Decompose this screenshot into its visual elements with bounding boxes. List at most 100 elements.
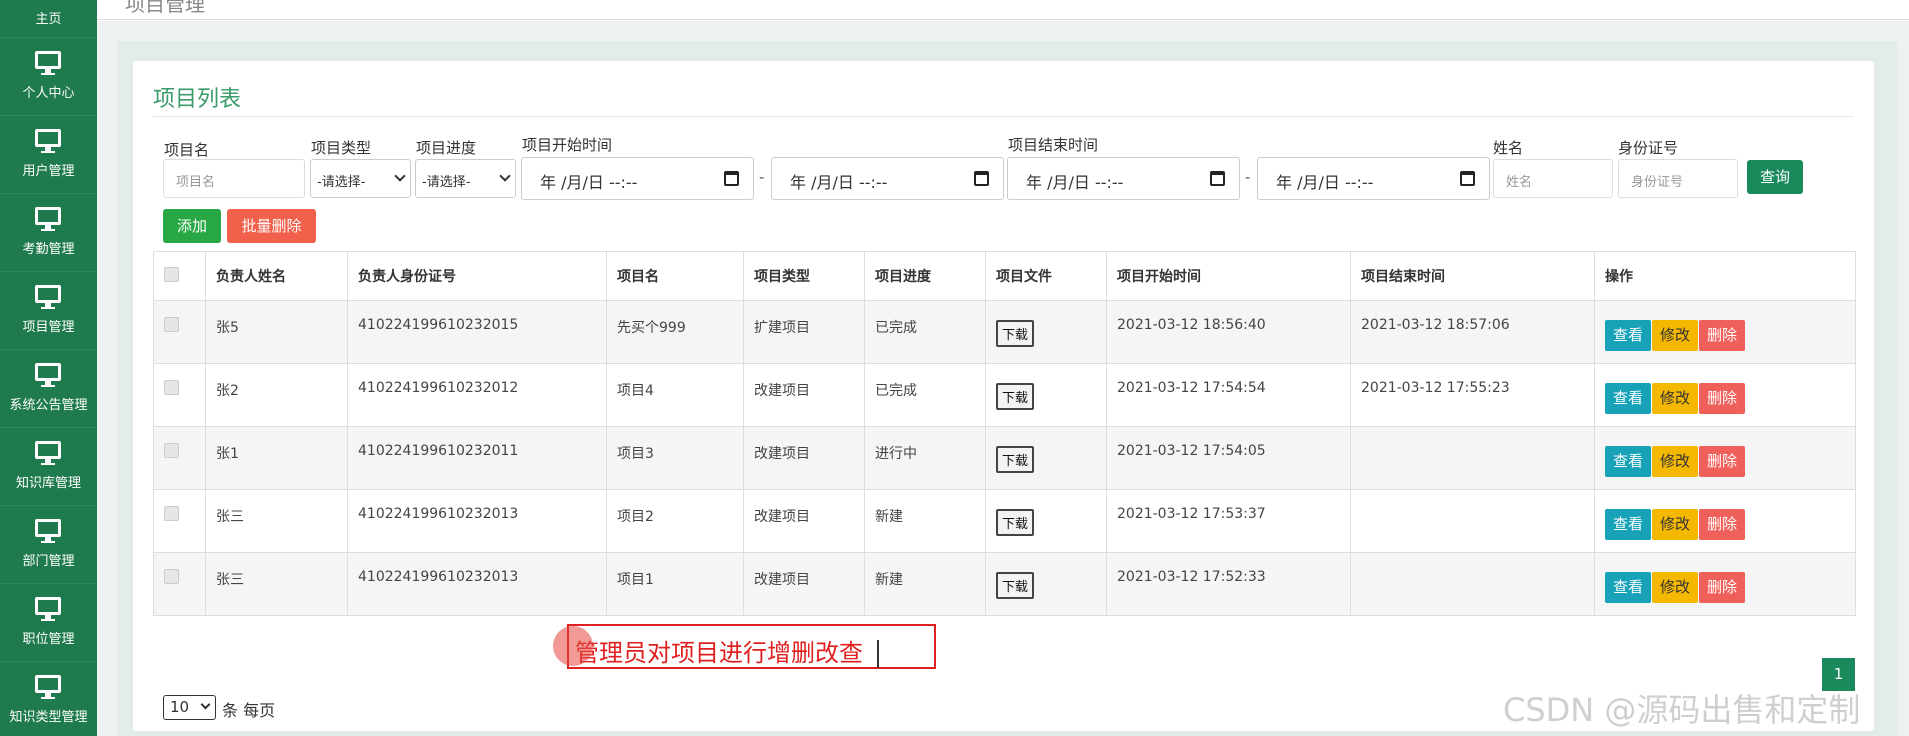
edit-button[interactable]: 修改 xyxy=(1652,446,1699,477)
add-button[interactable]: 添加 xyxy=(163,209,221,243)
view-button[interactable]: 查看 xyxy=(1605,572,1652,603)
view-button[interactable]: 查看 xyxy=(1605,320,1652,351)
row-checkbox[interactable] xyxy=(164,506,179,521)
search-button[interactable]: 查询 xyxy=(1747,160,1803,194)
monitor-icon xyxy=(35,207,61,231)
project-list-panel: 项目列表 项目名 项目类型 项目进度 项目开始时间 项目结束时间 姓名 身份证号… xyxy=(133,61,1874,731)
cell-owner-id: 410224199610232012 xyxy=(347,363,607,427)
sidebar-item-8[interactable]: 知识类型管理 xyxy=(0,662,97,736)
view-button[interactable]: 查看 xyxy=(1605,509,1652,540)
cell-project-progress: 已完成 xyxy=(864,300,986,364)
header-start-time: 项目开始时间 xyxy=(1106,251,1351,301)
row-checkbox[interactable] xyxy=(164,569,179,584)
delete-button[interactable]: 删除 xyxy=(1699,320,1746,351)
sidebar-item-home[interactable]: 主页 xyxy=(0,0,97,38)
download-button[interactable]: 下载 xyxy=(996,446,1035,473)
calendar-icon[interactable] xyxy=(974,171,989,186)
label-project-type: 项目类型 xyxy=(311,139,372,157)
calendar-icon[interactable] xyxy=(1210,171,1225,186)
row-checkbox[interactable] xyxy=(164,443,179,458)
cell-project-progress: 新建 xyxy=(864,552,986,616)
calendar-icon[interactable] xyxy=(1460,171,1475,186)
sidebar-item-7[interactable]: 职位管理 xyxy=(0,584,97,662)
sidebar-item-label: 项目管理 xyxy=(22,320,75,335)
project-type-value: -请选择- xyxy=(317,175,366,190)
cell-start-time: 2021-03-12 17:52:33 xyxy=(1106,552,1351,616)
start-time-from-input[interactable]: 年 /月/日 --:-- xyxy=(521,157,754,200)
sidebar-item-4[interactable]: 系统公告管理 xyxy=(0,350,97,428)
sidebar-item-5[interactable]: 知识库管理 xyxy=(0,428,97,506)
page-size-select[interactable]: 10 xyxy=(163,695,216,720)
download-button[interactable]: 下载 xyxy=(996,320,1035,347)
header-end-time: 项目结束时间 xyxy=(1350,251,1595,301)
header-project-file: 项目文件 xyxy=(985,251,1107,301)
sidebar-item-3[interactable]: 项目管理 xyxy=(0,272,97,350)
row-checkbox[interactable] xyxy=(164,317,179,332)
person-name-input[interactable]: 姓名 xyxy=(1493,159,1613,198)
select-all-checkbox[interactable] xyxy=(164,266,179,282)
id-number-input[interactable]: 身份证号 xyxy=(1618,159,1738,198)
label-id-number: 身份证号 xyxy=(1618,139,1679,157)
cell-end-time: 2021-03-12 18:57:06 xyxy=(1350,300,1595,364)
monitor-icon xyxy=(35,597,61,621)
edit-button[interactable]: 修改 xyxy=(1652,320,1699,351)
sidebar-item-label: 职位管理 xyxy=(22,632,75,647)
end-time-to-input[interactable]: 年 /月/日 --:-- xyxy=(1257,157,1490,200)
download-button[interactable]: 下载 xyxy=(996,383,1035,410)
edit-button[interactable]: 修改 xyxy=(1652,383,1699,414)
edit-button[interactable]: 修改 xyxy=(1652,509,1699,540)
table-row: 张5 410224199610232015 先买个999 扩建项目 已完成 下载 2021-… xyxy=(153,300,1856,364)
text-cursor xyxy=(877,640,879,668)
caption-text: 管理员对项目进行增删改查 xyxy=(575,639,863,667)
delete-button[interactable]: 删除 xyxy=(1699,572,1746,603)
sidebar-item-label: 系统公告管理 xyxy=(9,398,88,413)
sidebar-item-1[interactable]: 用户管理 xyxy=(0,116,97,194)
delete-button[interactable]: 删除 xyxy=(1699,509,1746,540)
chevron-down-icon xyxy=(394,170,406,182)
cell-owner-name: 张2 xyxy=(205,363,348,427)
cell-project-type: 改建项目 xyxy=(743,489,865,553)
sidebar-item-label: 部门管理 xyxy=(22,554,75,569)
header-project-name: 项目名 xyxy=(606,251,744,301)
table-row: 张1 410224199610232011 项目3 改建项目 进行中 下载 2021-03-… xyxy=(153,426,1856,490)
cell-actions: 查看 修改 删除 xyxy=(1594,489,1856,553)
view-button[interactable]: 查看 xyxy=(1605,383,1652,414)
download-button[interactable]: 下载 xyxy=(996,572,1035,599)
view-button[interactable]: 查看 xyxy=(1605,446,1652,477)
project-name-input[interactable]: 项目名 xyxy=(163,159,305,198)
cell-project-type: 改建项目 xyxy=(743,552,865,616)
date-placeholder: 年 /月/日 --:-- xyxy=(790,173,888,192)
delete-button[interactable]: 删除 xyxy=(1699,383,1746,414)
batch-delete-button[interactable]: 批量删除 xyxy=(227,209,316,243)
sidebar-item-0[interactable]: 个人中心 xyxy=(0,38,97,116)
download-button[interactable]: 下载 xyxy=(996,509,1035,536)
cell-start-time: 2021-03-12 18:56:40 xyxy=(1106,300,1351,364)
label-project-name: 项目名 xyxy=(164,141,210,159)
cell-project-progress: 新建 xyxy=(864,489,986,553)
row-select-cell xyxy=(153,363,206,427)
cell-owner-id: 410224199610232011 xyxy=(347,426,607,490)
project-table: 负责人姓名 负责人身份证号 项目名 项目类型 项目进度 项目文件 项目开始时间 … xyxy=(153,251,1856,616)
delete-button[interactable]: 删除 xyxy=(1699,446,1746,477)
project-type-select[interactable]: -请选择- xyxy=(310,159,411,198)
project-progress-select[interactable]: -请选择- xyxy=(415,159,516,198)
row-select-cell xyxy=(153,552,206,616)
cell-end-time xyxy=(1350,489,1595,553)
cell-owner-name: 张三 xyxy=(205,552,348,616)
header-project-progress: 项目进度 xyxy=(864,251,986,301)
calendar-icon[interactable] xyxy=(724,171,739,186)
sidebar-item-6[interactable]: 部门管理 xyxy=(0,506,97,584)
end-time-from-input[interactable]: 年 /月/日 --:-- xyxy=(1007,157,1240,200)
row-checkbox[interactable] xyxy=(164,380,179,395)
cell-project-type: 扩建项目 xyxy=(743,300,865,364)
panel-title: 项目列表 xyxy=(153,87,242,112)
cell-project-type: 改建项目 xyxy=(743,426,865,490)
edit-button[interactable]: 修改 xyxy=(1652,572,1699,603)
start-time-to-input[interactable]: 年 /月/日 --:-- xyxy=(771,157,1004,200)
chevron-down-icon xyxy=(200,699,211,710)
page-size-value: 10 xyxy=(170,698,190,716)
sidebar-item-2[interactable]: 考勤管理 xyxy=(0,194,97,272)
cell-project-file: 下载 xyxy=(985,489,1107,553)
monitor-icon xyxy=(35,285,61,309)
cell-project-type: 改建项目 xyxy=(743,363,865,427)
